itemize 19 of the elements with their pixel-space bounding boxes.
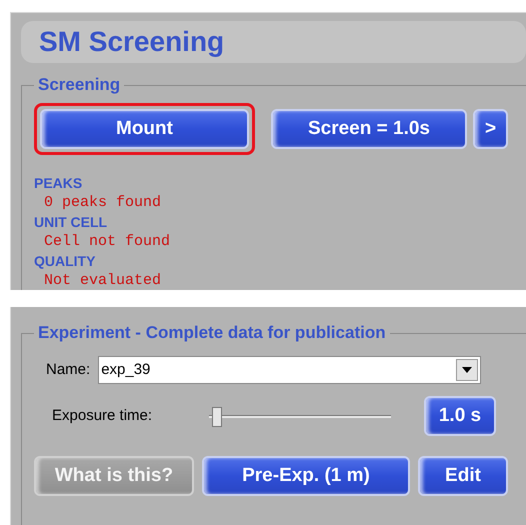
action-button[interactable]: Edit [418,456,508,496]
name-label: Name: [46,360,90,380]
action-button[interactable]: > [473,109,508,149]
exposure-value-button[interactable]: 1.0 s [424,396,496,436]
app-title: SM Screening [39,25,224,59]
exposure-slider[interactable] [209,406,391,426]
result-heading: QUALITY [34,252,96,271]
exposure-label: Exposure time: [52,406,154,426]
result-heading: UNIT CELL [34,213,108,232]
action-button[interactable]: Pre-Exp. (1 m) [202,456,410,496]
name-combobox[interactable]: exp_39 [98,356,482,384]
result-heading: PEAKS [34,174,84,193]
action-button[interactable]: Mount [40,109,249,149]
result-value: Cell not found [43,232,172,251]
result-value: Not evaluated [43,271,162,290]
action-button[interactable]: Screen = 1.0s [271,109,467,149]
result-value: 0 peaks found [43,193,162,212]
section-legend: Experiment - Complete data for publication [34,323,390,343]
section-legend: Screening [34,75,124,95]
